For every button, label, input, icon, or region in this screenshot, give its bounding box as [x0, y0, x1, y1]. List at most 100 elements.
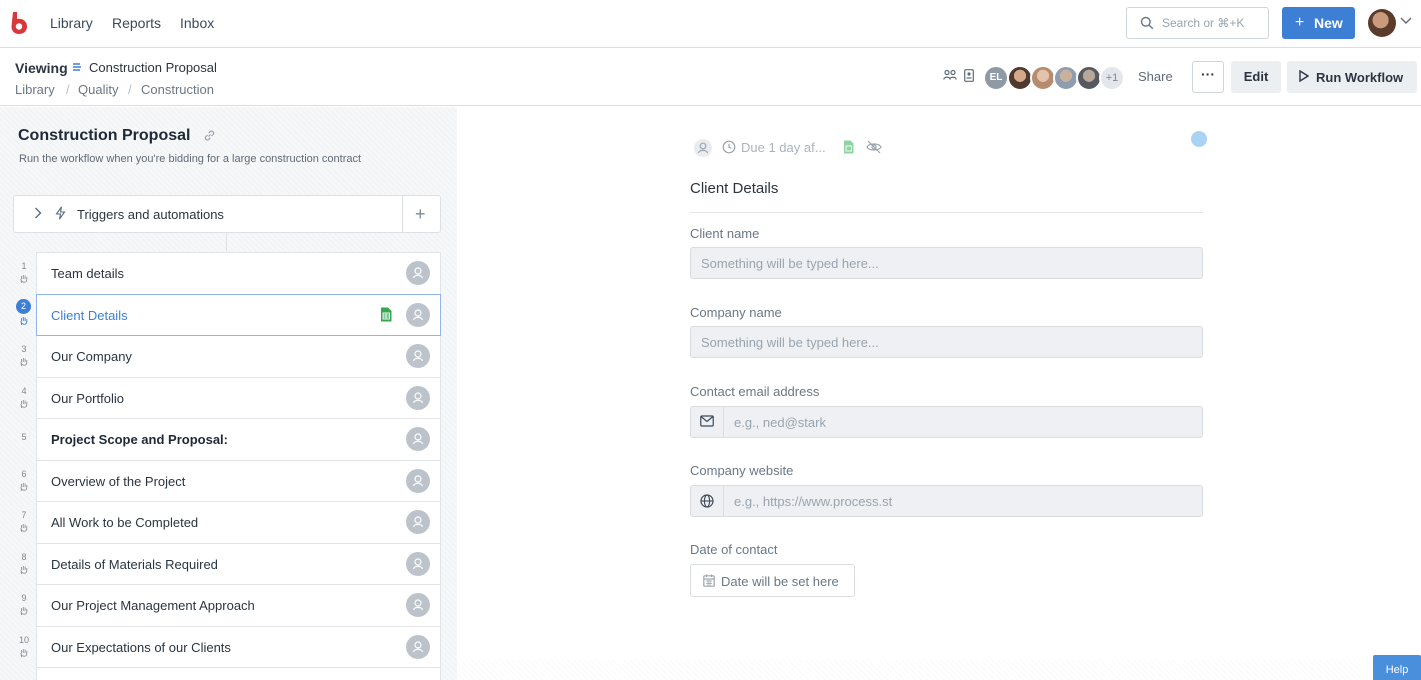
assignee-placeholder-icon[interactable]	[406, 385, 430, 410]
due-date-text[interactable]: Due 1 day af...	[741, 140, 826, 155]
workflow-header: Viewing Construction Proposal Library / …	[0, 49, 1421, 106]
plus-icon: +	[1295, 14, 1305, 31]
triggers-panel[interactable]: Triggers and automations +	[13, 195, 441, 233]
task-card[interactable]: Details of Materials Required	[36, 542, 441, 585]
task-card[interactable]	[36, 667, 441, 680]
task-number: 4	[21, 385, 27, 396]
task-label: All Work to be Completed	[51, 515, 199, 530]
workflow-sidebar: Construction Proposal Run the workflow w…	[0, 107, 457, 680]
assignee-placeholder-icon[interactable]	[406, 551, 430, 576]
more-options-button[interactable]: ···	[1192, 61, 1224, 93]
task-card[interactable]: Project Scope and Proposal:	[36, 418, 441, 460]
search-input[interactable]: Search or ⌘+K	[1126, 7, 1269, 39]
user-avatar[interactable]	[1368, 9, 1396, 37]
assignee-placeholder-icon[interactable]	[406, 302, 430, 327]
more-members-badge[interactable]: +1	[1099, 65, 1125, 91]
assignee-placeholder-icon[interactable]	[406, 593, 430, 617]
assignee-placeholder-icon[interactable]	[406, 344, 430, 368]
team-icon[interactable]	[943, 69, 957, 81]
eye-off-icon[interactable]	[866, 140, 882, 154]
task-row[interactable]: 9 Our Project Management Approach	[0, 584, 457, 626]
email-field[interactable]: e.g., ned@stark	[690, 406, 1203, 438]
email-addon	[691, 407, 724, 437]
task-label: Our Project Management Approach	[51, 598, 255, 613]
website-field[interactable]: e.g., https://www.process.st	[690, 485, 1203, 517]
nav-library-link[interactable]: Library	[50, 15, 93, 31]
run-workflow-button[interactable]: Run Workflow	[1287, 61, 1417, 93]
breadcrumb-library[interactable]: Library	[15, 82, 55, 97]
company-name-label: Company name	[690, 305, 782, 320]
process-street-logo[interactable]	[10, 12, 28, 34]
nav-reports-link[interactable]: Reports	[112, 15, 161, 31]
task-row[interactable]: 8 Details of Materials Required	[0, 542, 457, 585]
date-of-contact-label: Date of contact	[690, 542, 778, 557]
company-website-label: Company website	[690, 463, 794, 478]
clock-icon[interactable]	[722, 140, 736, 154]
workflow-icon	[73, 63, 81, 71]
assignee-placeholder-icon[interactable]	[406, 634, 430, 659]
website-placeholder: e.g., https://www.process.st	[734, 494, 893, 509]
bottom-fade	[457, 660, 1421, 680]
company-name-placeholder: Something will be typed here...	[701, 335, 879, 350]
task-row[interactable]: 3 Our Company	[0, 335, 457, 377]
connector-line	[226, 233, 227, 251]
assignee-placeholder-icon[interactable]	[406, 510, 430, 534]
task-card[interactable]: Our Project Management Approach	[36, 584, 441, 626]
client-name-placeholder: Something will be typed here...	[701, 256, 879, 271]
task-row-active[interactable]: 2 Client Details	[0, 293, 457, 336]
assign-user-icon[interactable]	[693, 138, 713, 158]
chevron-right-icon[interactable]	[34, 207, 42, 219]
task-row[interactable]: 6 Overview of the Project	[0, 459, 457, 502]
task-card[interactable]: All Work to be Completed	[36, 501, 441, 543]
task-number: 6	[21, 468, 27, 479]
breadcrumb-separator: /	[66, 82, 70, 97]
task-card[interactable]: Our Expectations of our Clients	[36, 625, 441, 668]
share-button[interactable]: Share	[1138, 69, 1173, 84]
hand-icon	[20, 607, 28, 616]
nav-inbox-link[interactable]: Inbox	[180, 15, 214, 31]
task-label: Details of Materials Required	[51, 556, 218, 572]
company-name-field[interactable]: Something will be typed here...	[690, 326, 1203, 358]
breadcrumb-quality[interactable]: Quality	[78, 82, 118, 97]
chevron-down-icon[interactable]	[1400, 17, 1412, 25]
link-icon[interactable]	[203, 129, 216, 142]
client-name-label: Client name	[690, 226, 760, 241]
task-row-heading[interactable]: 5 Project Scope and Proposal:	[0, 418, 457, 460]
task-row[interactable]: 7 All Work to be Completed	[0, 501, 457, 543]
member-avatar-initials[interactable]: EL	[983, 65, 1009, 91]
new-button-label: New	[1314, 15, 1343, 31]
hand-icon	[20, 482, 28, 491]
task-row[interactable]: 4 Our Portfolio	[0, 376, 457, 419]
task-number: 10	[18, 634, 29, 645]
help-button[interactable]: Help	[1373, 655, 1421, 680]
new-button[interactable]: + New	[1282, 7, 1355, 39]
assignee-card-icon[interactable]	[964, 69, 974, 82]
task-row-partial[interactable]	[0, 667, 457, 680]
assignee-placeholder-icon[interactable]	[406, 427, 430, 451]
task-number: 7	[21, 510, 27, 520]
edit-button[interactable]: Edit	[1231, 61, 1281, 93]
envelope-icon	[700, 415, 714, 427]
task-label: Our Expectations of our Clients	[51, 639, 231, 655]
task-card[interactable]: Our Portfolio	[36, 376, 441, 419]
task-row[interactable]: 10 Our Expectations of our Clients	[0, 625, 457, 668]
hand-icon	[20, 316, 28, 325]
assignee-placeholder-icon[interactable]	[406, 468, 430, 493]
task-card[interactable]: Team details	[36, 252, 441, 294]
client-name-field[interactable]: Something will be typed here...	[690, 247, 1203, 279]
date-picker-button[interactable]: Date will be set here	[690, 564, 855, 597]
task-card[interactable]: Our Company	[36, 335, 441, 377]
task-row[interactable]: 1 Team details	[0, 252, 457, 294]
task-label: Overview of the Project	[51, 473, 186, 489]
search-placeholder: Search or ⌘+K	[1162, 16, 1245, 30]
breadcrumb-construction[interactable]: Construction	[141, 82, 214, 97]
task-card[interactable]: Client Details	[36, 293, 441, 336]
task-card[interactable]: Overview of the Project	[36, 459, 441, 502]
viewing-label: Viewing	[15, 60, 68, 76]
hand-icon	[20, 358, 28, 367]
hand-icon	[20, 399, 28, 408]
assignee-placeholder-icon[interactable]	[406, 261, 430, 285]
task-number: 8	[21, 551, 27, 562]
add-trigger-button[interactable]: +	[415, 204, 426, 225]
hand-icon	[20, 275, 28, 284]
